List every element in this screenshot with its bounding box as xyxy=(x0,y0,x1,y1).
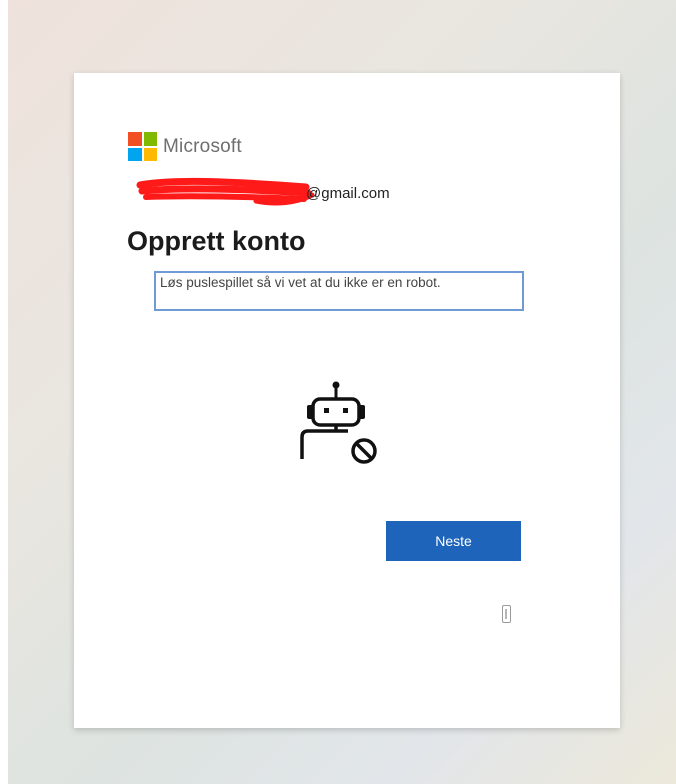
logo-square-blue xyxy=(128,147,142,161)
microsoft-logo-icon xyxy=(128,132,157,161)
brand-header: Microsoft xyxy=(128,132,242,161)
robot-illustration xyxy=(300,381,377,464)
brand-name: Microsoft xyxy=(163,135,242,157)
account-identity: @gmail.com xyxy=(136,175,456,209)
email-display: @gmail.com xyxy=(306,185,390,202)
page-title: Opprett konto xyxy=(127,226,306,256)
robot-blocked-icon xyxy=(298,381,388,476)
logo-square-red xyxy=(128,132,142,146)
puzzle-instruction: Løs puslespillet så vi vet at du ikke er… xyxy=(154,271,524,311)
logo-square-yellow xyxy=(143,147,157,161)
next-button[interactable]: Neste xyxy=(386,521,521,561)
logo-square-green xyxy=(143,132,157,146)
signup-card: Microsoft @gmail.com Opprett konto Løs p… xyxy=(74,73,620,728)
info-icon[interactable] xyxy=(502,605,511,623)
page-gutter xyxy=(0,0,8,784)
redaction-scribble xyxy=(136,177,315,206)
